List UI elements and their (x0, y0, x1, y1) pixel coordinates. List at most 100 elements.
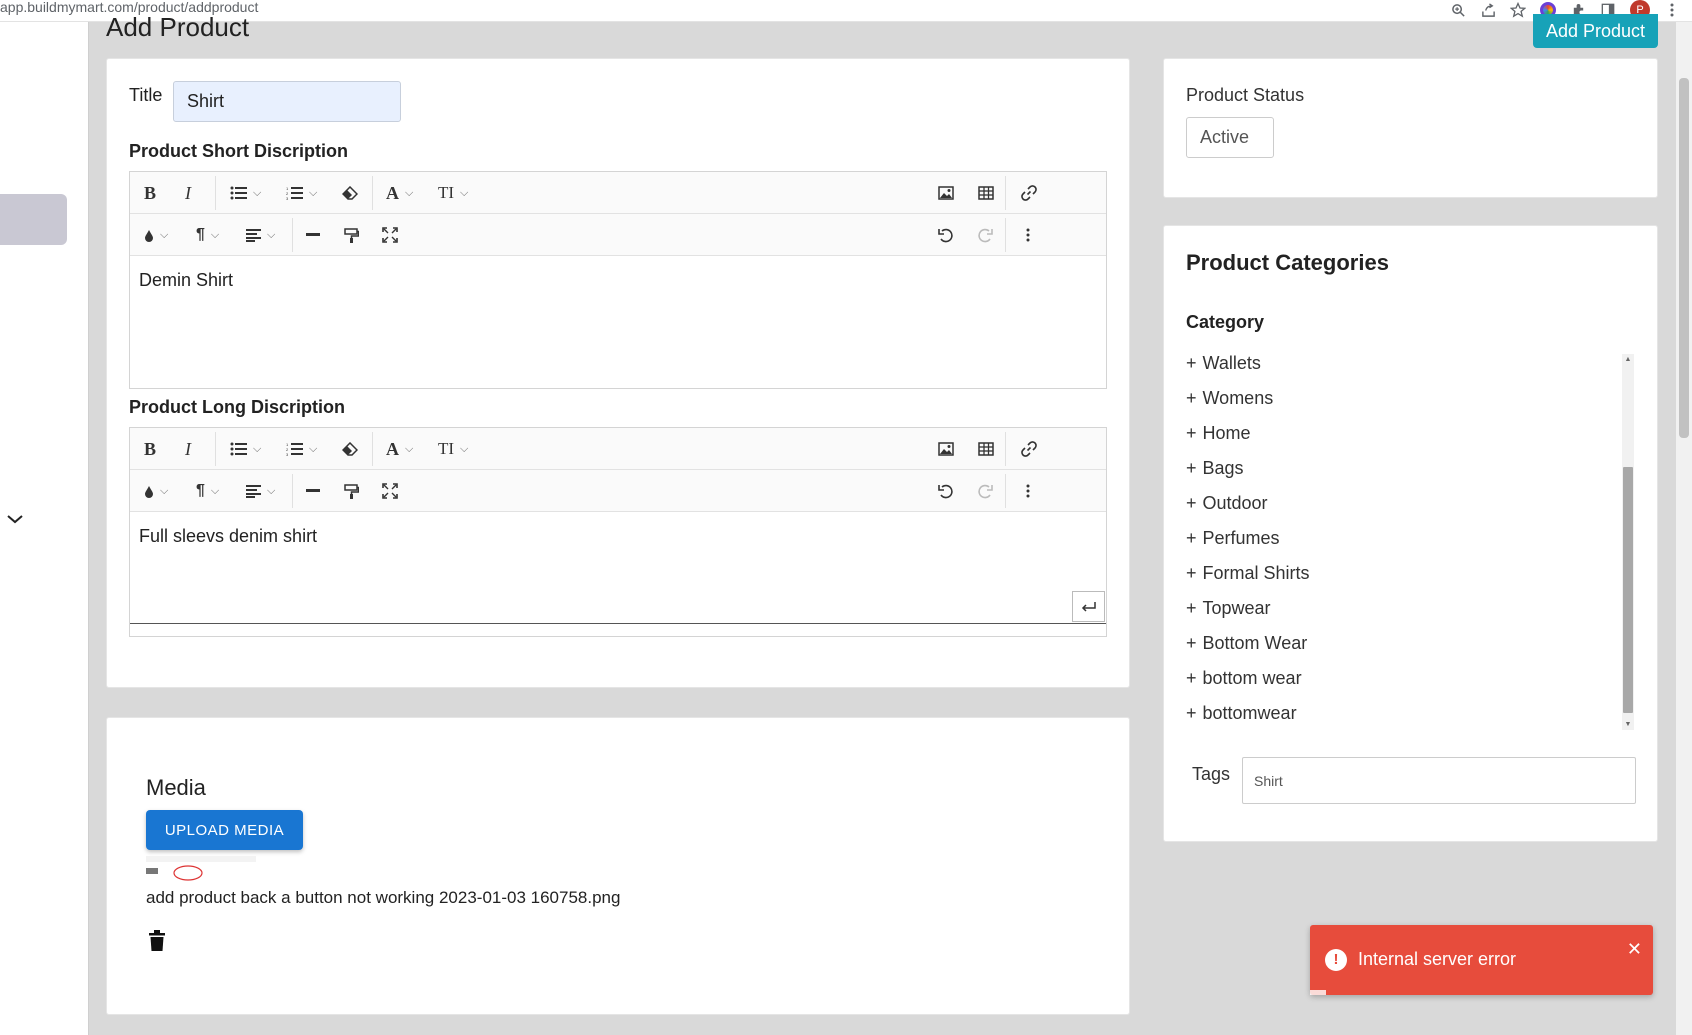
short-description-text: Demin Shirt (139, 270, 234, 290)
short-description-content[interactable]: Demin Shirt (130, 256, 1106, 305)
italic-icon[interactable]: I (185, 181, 191, 205)
horizontal-rule-icon[interactable] (306, 223, 320, 247)
expand-plus-icon[interactable]: + (1186, 598, 1197, 618)
redo-icon[interactable] (978, 223, 993, 247)
category-item[interactable]: + Womens (1186, 381, 1310, 416)
category-item[interactable]: + bottomwear (1186, 696, 1310, 730)
format-painter-icon[interactable] (344, 479, 359, 503)
expand-plus-icon[interactable]: + (1186, 633, 1197, 653)
fullscreen-icon[interactable] (382, 479, 398, 503)
link-icon[interactable] (1021, 437, 1037, 461)
categories-title: Product Categories (1186, 250, 1389, 275)
undo-icon[interactable] (938, 479, 953, 503)
close-icon[interactable]: ✕ (1627, 939, 1642, 960)
scroll-up-arrow-icon[interactable]: ▲ (1622, 356, 1634, 363)
table-icon[interactable] (978, 181, 994, 205)
expand-plus-icon[interactable]: + (1186, 423, 1197, 443)
category-item[interactable]: + Topwear (1186, 591, 1310, 626)
sidebar (0, 22, 89, 1035)
more-options-icon[interactable] (1026, 479, 1030, 503)
align-icon[interactable]: ⌵ (246, 479, 275, 503)
tags-input[interactable] (1242, 757, 1636, 804)
media-thumbnail[interactable] (146, 856, 256, 886)
category-label: Womens (1202, 388, 1274, 408)
long-description-text: Full sleevs denim shirt (139, 526, 318, 546)
italic-icon[interactable]: I (185, 437, 191, 461)
long-description-content[interactable]: Full sleevs denim shirt (130, 512, 1106, 624)
align-icon[interactable]: ⌵ (246, 223, 275, 247)
bullet-list-icon[interactable]: ⌵ (230, 437, 261, 461)
paragraph-icon[interactable]: ¶ ⌵ (196, 223, 219, 247)
page-scrollbar[interactable] (1676, 22, 1692, 1035)
expand-plus-icon[interactable]: + (1186, 493, 1197, 513)
category-scrollbar[interactable]: ▲ ▼ (1622, 354, 1634, 730)
highlight-color-icon[interactable]: ⌵ (144, 223, 168, 247)
eraser-icon[interactable] (342, 437, 358, 461)
category-item[interactable]: + Bottom Wear (1186, 626, 1310, 661)
image-icon[interactable] (938, 437, 954, 461)
category-item[interactable]: + Outdoor (1186, 486, 1310, 521)
page-scrollbar-thumb[interactable] (1679, 78, 1689, 438)
expand-plus-icon[interactable]: + (1186, 354, 1197, 373)
highlight-color-icon[interactable]: ⌵ (144, 479, 168, 503)
category-label: Bottom Wear (1202, 633, 1308, 653)
category-item[interactable]: + Perfumes (1186, 521, 1310, 556)
numbered-list-icon[interactable]: 1 2 3 ⌵ (286, 181, 317, 205)
upload-media-button[interactable]: UPLOAD MEDIA (146, 810, 303, 850)
category-label: Wallets (1202, 354, 1261, 373)
trash-icon[interactable] (149, 930, 165, 956)
category-label: Perfumes (1202, 528, 1280, 548)
more-options-icon[interactable] (1026, 223, 1030, 247)
zoom-icon[interactable] (1450, 2, 1466, 18)
category-item[interactable]: + Bags (1186, 451, 1310, 486)
format-painter-icon[interactable] (344, 223, 359, 247)
table-icon[interactable] (978, 437, 994, 461)
category-item[interactable]: + Home (1186, 416, 1310, 451)
category-label: Formal Shirts (1202, 563, 1310, 583)
category-item[interactable]: + Formal Shirts (1186, 556, 1310, 591)
expand-plus-icon[interactable]: + (1186, 563, 1197, 583)
font-size-icon[interactable]: TI ⌵ (438, 437, 468, 461)
undo-icon[interactable] (938, 223, 953, 247)
expand-plus-icon[interactable]: + (1186, 458, 1197, 478)
product-status-label: Product Status (1186, 85, 1305, 105)
product-form-card: Title Product Short Discription B I ⌵ 12… (106, 58, 1130, 688)
bold-icon[interactable]: B (144, 437, 156, 461)
bold-icon[interactable]: B (144, 181, 156, 205)
editor-toolbar-row-1: B I ⌵ 1 2 3 ⌵ A ⌵ TI ⌵ (130, 172, 1106, 214)
horizontal-rule-icon[interactable] (306, 479, 320, 503)
title-input[interactable] (173, 81, 401, 122)
product-status-select[interactable]: Active (1186, 117, 1274, 158)
redo-icon[interactable] (978, 479, 993, 503)
browser-menu-icon[interactable] (1664, 2, 1680, 18)
fullscreen-icon[interactable] (382, 223, 398, 247)
category-item[interactable]: + bottom wear (1186, 661, 1310, 696)
expand-plus-icon[interactable]: + (1186, 528, 1197, 548)
add-product-button[interactable]: Add Product (1533, 14, 1658, 48)
expand-plus-icon[interactable]: + (1186, 668, 1197, 688)
bookmark-star-icon[interactable] (1510, 2, 1526, 18)
category-label: bottomwear (1202, 703, 1297, 723)
image-icon[interactable] (938, 181, 954, 205)
paragraph-icon[interactable]: ¶ ⌵ (196, 479, 219, 503)
numbered-list-icon[interactable]: 1 2 3 ⌵ (286, 437, 317, 461)
category-label: Home (1202, 423, 1251, 443)
sidebar-item-active[interactable] (0, 194, 67, 245)
eraser-icon[interactable] (342, 181, 358, 205)
scroll-down-arrow-icon[interactable]: ▼ (1622, 721, 1634, 728)
bullet-list-icon[interactable]: ⌵ (230, 181, 261, 205)
long-description-label: Product Long Discription (129, 397, 345, 417)
font-size-icon[interactable]: TI ⌵ (438, 181, 468, 205)
link-icon[interactable] (1021, 181, 1037, 205)
expand-plus-icon[interactable]: + (1186, 388, 1197, 408)
chevron-down-icon[interactable] (6, 512, 24, 530)
category-scrollbar-thumb[interactable] (1623, 467, 1633, 713)
error-icon: ! (1325, 949, 1347, 971)
category-item[interactable]: + Wallets (1186, 354, 1310, 381)
font-color-icon[interactable]: A ⌵ (386, 181, 413, 205)
enter-key-icon[interactable] (1072, 591, 1105, 622)
font-color-icon[interactable]: A ⌵ (386, 437, 413, 461)
share-icon[interactable] (1480, 2, 1496, 18)
expand-plus-icon[interactable]: + (1186, 703, 1197, 723)
editor-toolbar-row-2: ⌵ ¶ ⌵ ⌵ (130, 214, 1106, 256)
